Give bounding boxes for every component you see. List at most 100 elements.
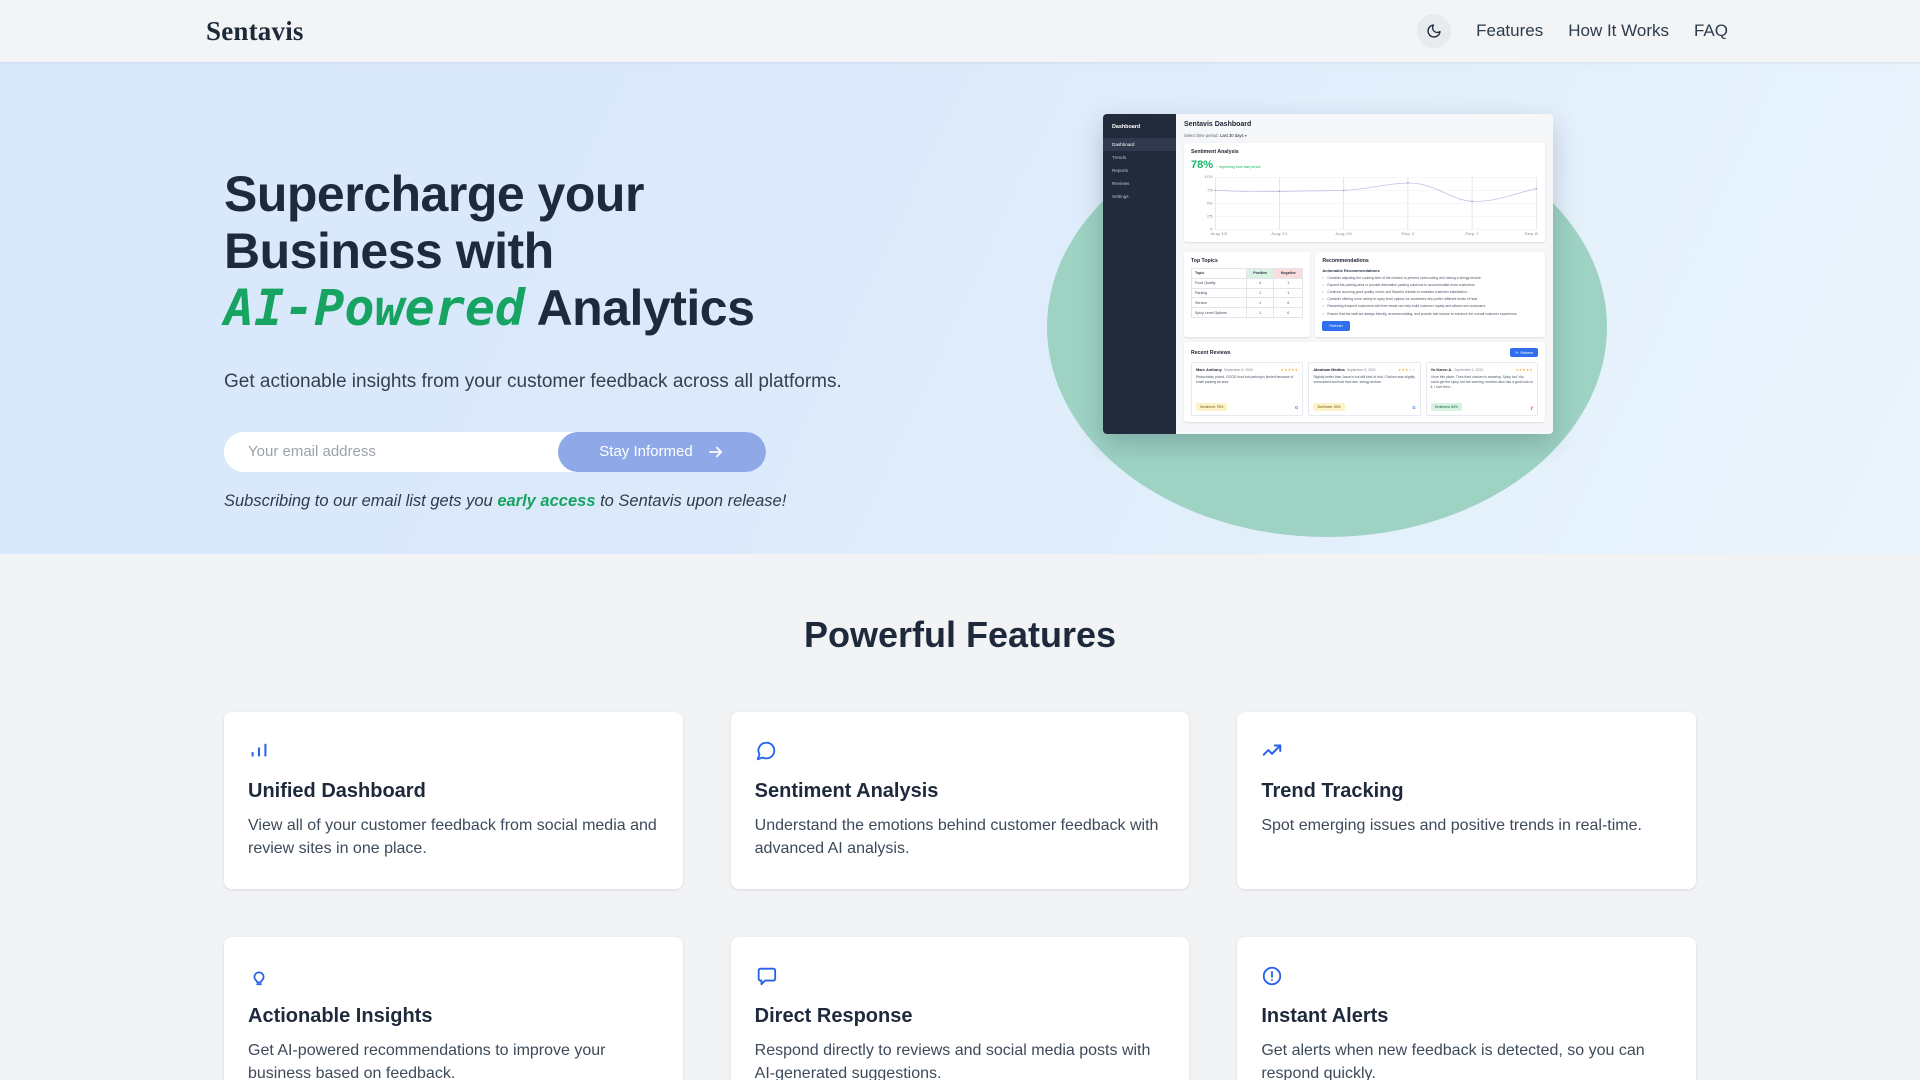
arrow-right-icon [708, 446, 722, 458]
review-author: Marc Anthony [1196, 367, 1222, 373]
mock-reviews-header: Recent Reviews ⟳ Refresh [1191, 348, 1538, 358]
mock-refresh-button[interactable]: Refresh [1322, 321, 1350, 332]
feature-title: Instant Alerts [1261, 1005, 1389, 1027]
svg-text:100: 100 [1204, 175, 1213, 179]
cell-negative: 0 [1273, 297, 1304, 309]
review-sentiment-badge: Sentiment: 84% [1430, 403, 1462, 412]
sentiment-line-chart-svg: 100 75 50 25 0 Aug 15 Aug 21 Aug 25 Sep 2 Sep… [1204, 175, 1538, 236]
hero-subtitle: Get actionable insights from your custom… [224, 371, 842, 392]
recommendation-item: Rewarding frequent customers with free m… [1322, 304, 1538, 309]
features-section: Powerful Features Unified Dashboard View… [0, 554, 1920, 1080]
mock-sidebar-item-trends[interactable]: Trends [1103, 151, 1176, 164]
hero-heading-line1: Supercharge your [224, 166, 644, 222]
review-stars: ★★★★★ [1398, 368, 1416, 373]
review-footer: Sentiment: 84% y [1430, 403, 1533, 412]
mock-reviews-refresh-button[interactable]: ⟳ Refresh [1510, 348, 1538, 358]
cell-positive: 1 [1245, 307, 1275, 318]
mock-recommendations-title: Recommendations [1322, 258, 1369, 264]
mock-sidebar-brand: Dashboard [1112, 124, 1141, 130]
table-row: Parking 1 1 [1191, 287, 1304, 299]
stay-informed-label: Stay Informed [599, 443, 693, 461]
mock-sentiment-chart: 100 75 50 25 0 Aug 15 Aug 21 Aug 25 Sep 2 Sep… [1191, 173, 1538, 236]
feature-title: Trend Tracking [1261, 780, 1404, 802]
nav-link-how-it-works[interactable]: How It Works [1568, 21, 1669, 41]
mock-page-title: Sentavis Dashboard [1184, 121, 1252, 128]
review-footer: Sentiment: 50% G [1313, 403, 1416, 412]
cell-topic: Parking [1191, 287, 1247, 299]
feature-desc: Spot emerging issues and positive trends… [1261, 817, 1642, 834]
review-stars: ★★★★★ [1280, 368, 1299, 373]
hero-note-before: Subscribing to our email list gets you [224, 491, 498, 510]
cell-positive: 4 [1245, 277, 1275, 289]
dashboard-mockup: Dashboard Dashboard Trends Reports Revie… [1103, 114, 1553, 434]
header-nav: Features How It Works FAQ [1417, 14, 1728, 48]
cell-negative: 1 [1273, 287, 1304, 299]
mock-sentiment-note: ↑ Improving from last period [1216, 165, 1261, 169]
cell-negative: 1 [1273, 277, 1304, 289]
mock-reviews-grid: Marc Anthony September 6, 2024 ★★★★★ Reas… [1191, 362, 1538, 417]
mock-sidebar-item-reviews[interactable]: Reviews [1103, 177, 1176, 190]
theme-toggle-button[interactable] [1417, 14, 1452, 48]
review-identity: Yo Karen A. September 2, 2024 [1431, 367, 1483, 372]
hero-content: Supercharge your Business with AI-Powere… [224, 62, 924, 511]
hero-heading-tail: Analytics [525, 280, 755, 336]
feature-desc: Get alerts when new feedback is detected… [1261, 1042, 1645, 1080]
mock-recommendations-subtitle: Actionable Recommendations [1322, 268, 1380, 273]
svg-text:Aug 25: Aug 25 [1335, 232, 1352, 236]
brand-logo[interactable]: Sentavis [206, 16, 304, 47]
th-negative: Negative [1273, 268, 1304, 279]
review-source-icon: G [1294, 404, 1299, 410]
nav-link-features[interactable]: Features [1476, 21, 1543, 41]
recommendation-item: Continue sourcing good quality, moist, a… [1322, 290, 1538, 295]
feature-desc: Understand the emotions behind customer … [754, 817, 1159, 857]
review-stars: ★★★★★ [1515, 368, 1533, 373]
nav-link-faq[interactable]: FAQ [1694, 21, 1728, 41]
feature-title: Unified Dashboard [248, 780, 426, 802]
review-source-icon: G [1412, 404, 1416, 410]
signup-form: Stay Informed [224, 431, 766, 472]
feature-card-instant-alerts: Instant Alerts Get alerts when new feedb… [1237, 937, 1696, 1080]
feature-title: Actionable Insights [248, 1005, 433, 1027]
svg-text:Sep 8: Sep 8 [1524, 232, 1538, 236]
feature-desc: Respond directly to reviews and social m… [754, 1042, 1151, 1080]
hero-note-after: to Sentavis upon release! [595, 491, 787, 510]
review-identity: Abraham Medina September 5, 2024 [1313, 367, 1375, 372]
feature-card-direct-response: Direct Response Respond directly to revi… [730, 937, 1190, 1080]
svg-text:Sep 7: Sep 7 [1465, 232, 1479, 236]
review-card: Abraham Medina September 5, 2024 ★★★★★ Sl… [1308, 362, 1421, 417]
lightbulb-icon [248, 965, 659, 989]
svg-text:0: 0 [1210, 228, 1214, 232]
feature-title: Sentiment Analysis [754, 780, 939, 802]
svg-text:75: 75 [1207, 188, 1214, 192]
th-positive: Positive [1245, 268, 1275, 279]
cell-topic: Food Quality [1191, 277, 1247, 289]
table-row: Spicy Level Options 1 0 [1191, 307, 1304, 318]
svg-text:Aug 21: Aug 21 [1271, 232, 1288, 236]
sentiment-line-path [1215, 182, 1537, 202]
mock-recommendations-panel: Recommendations Actionable Recommendatio… [1315, 252, 1545, 338]
cell-topic: Service [1191, 297, 1247, 309]
moon-icon [1427, 24, 1441, 38]
email-input[interactable] [224, 431, 558, 472]
cell-negative: 0 [1273, 307, 1304, 318]
recommendation-item: Ensure that the staff are always friendl… [1322, 312, 1538, 317]
bar-chart-icon [248, 740, 659, 764]
review-date: September 2, 2024 [1454, 368, 1484, 373]
mock-sidebar-item-settings[interactable]: Settings [1103, 190, 1176, 203]
review-sentiment-badge: Sentiment: 50% [1313, 403, 1345, 412]
hero-heading: Supercharge your Business with AI-Powere… [224, 166, 924, 337]
hero-note: Subscribing to our email list gets you e… [224, 492, 924, 511]
mock-period-select[interactable]: Last 30 days [1220, 133, 1244, 138]
table-row: Service 1 0 [1191, 297, 1304, 309]
stay-informed-button[interactable]: Stay Informed [558, 431, 766, 472]
mock-period-label: Select time period: [1184, 133, 1219, 138]
feature-card-sentiment-analysis: Sentiment Analysis Understand the emotio… [730, 712, 1190, 889]
review-card: Yo Karen A. September 2, 2024 ★★★★★ I lov… [1425, 362, 1538, 417]
mock-sentiment-score-row: 78% ↑ Improving from last period [1191, 155, 1538, 171]
table-header-row: Topic Positive Negative [1191, 268, 1304, 279]
mock-sidebar-item-reports[interactable]: Reports [1103, 164, 1176, 177]
review-sentiment-badge: Sentiment: 78% [1196, 403, 1228, 412]
mock-mid-row: Top Topics Topic Positive Negative Food … [1184, 247, 1545, 338]
mock-sidebar-item-dashboard[interactable]: Dashboard [1103, 138, 1176, 151]
feature-title: Direct Response [754, 1005, 913, 1027]
